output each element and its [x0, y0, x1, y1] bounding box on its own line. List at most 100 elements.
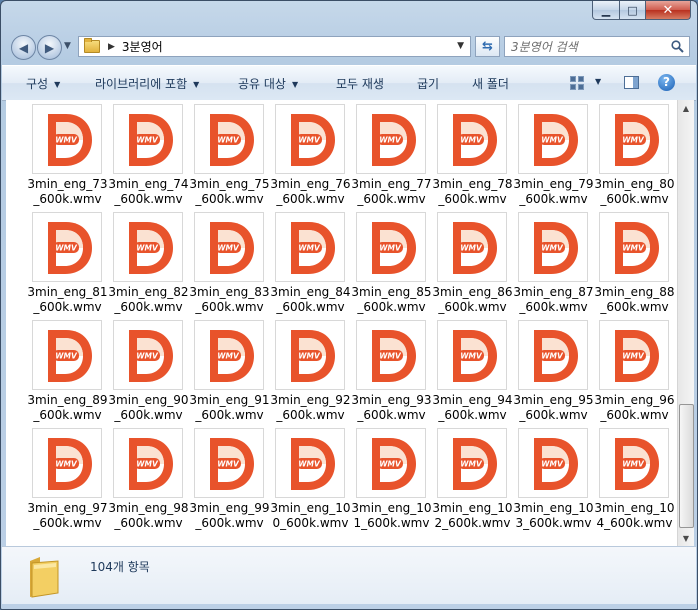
- wmv-file-icon: WMV: [372, 330, 416, 382]
- file-thumbnail: WMV: [113, 104, 183, 174]
- file-thumbnail: WMV: [275, 428, 345, 498]
- wmv-label: WMV: [622, 352, 645, 361]
- forward-button[interactable]: ▶: [37, 35, 62, 60]
- wmv-file-icon: WMV: [615, 114, 659, 166]
- file-item[interactable]: WMV 3min_eng_87_600k.wmv: [513, 212, 594, 320]
- wmv-label: WMV: [541, 352, 564, 361]
- file-item[interactable]: WMV 3min_eng_84_600k.wmv: [270, 212, 351, 320]
- file-name: 3min_eng_98_600k.wmv: [108, 501, 189, 530]
- file-name: 3min_eng_103_600k.wmv: [513, 501, 594, 530]
- file-thumbnail: WMV: [518, 428, 588, 498]
- file-item[interactable]: WMV 3min_eng_75_600k.wmv: [189, 104, 270, 212]
- wmv-file-icon: WMV: [129, 114, 173, 166]
- include-in-library-menu[interactable]: 라이브러리에 포함 ▼: [95, 75, 199, 92]
- file-item[interactable]: WMV 3min_eng_102_600k.wmv: [432, 428, 513, 536]
- maximize-button[interactable]: □: [620, 1, 646, 20]
- search-box[interactable]: [504, 36, 690, 57]
- search-icon[interactable]: [671, 40, 684, 53]
- share-with-menu[interactable]: 공유 대상 ▼: [238, 75, 298, 92]
- close-button[interactable]: ✕: [646, 1, 691, 20]
- wmv-file-icon: WMV: [453, 330, 497, 382]
- wmv-file-icon: WMV: [291, 438, 335, 490]
- file-item[interactable]: WMV 3min_eng_101_600k.wmv: [351, 428, 432, 536]
- file-item[interactable]: WMV 3min_eng_73_600k.wmv: [27, 104, 108, 212]
- file-item[interactable]: WMV 3min_eng_81_600k.wmv: [27, 212, 108, 320]
- file-item[interactable]: WMV 3min_eng_99_600k.wmv: [189, 428, 270, 536]
- wmv-label: WMV: [379, 352, 402, 361]
- preview-pane-icon[interactable]: [624, 76, 639, 89]
- scrollbar-thumb[interactable]: [679, 404, 694, 528]
- refresh-button[interactable]: ⇆: [475, 36, 500, 57]
- file-item[interactable]: WMV 3min_eng_82_600k.wmv: [108, 212, 189, 320]
- wmv-label: WMV: [298, 136, 321, 145]
- scroll-up-icon[interactable]: ▲: [678, 100, 694, 116]
- file-item[interactable]: WMV 3min_eng_104_600k.wmv: [594, 428, 675, 536]
- wmv-label: WMV: [622, 460, 645, 469]
- back-button[interactable]: ◀: [11, 35, 36, 60]
- wmv-label: WMV: [541, 244, 564, 253]
- file-item[interactable]: WMV 3min_eng_79_600k.wmv: [513, 104, 594, 212]
- file-name: 3min_eng_80_600k.wmv: [594, 177, 675, 206]
- address-dropdown-icon[interactable]: ▼: [457, 41, 464, 51]
- file-item[interactable]: WMV 3min_eng_91_600k.wmv: [189, 320, 270, 428]
- file-name: 3min_eng_94_600k.wmv: [432, 393, 513, 422]
- file-name: 3min_eng_100_600k.wmv: [270, 501, 351, 530]
- file-item[interactable]: WMV 3min_eng_90_600k.wmv: [108, 320, 189, 428]
- wmv-label: WMV: [55, 352, 78, 361]
- wmv-label: WMV: [217, 352, 240, 361]
- organize-menu[interactable]: 구성 ▼: [26, 75, 60, 92]
- address-bar[interactable]: ▶ 3분영어 ▼: [78, 36, 471, 57]
- file-item[interactable]: WMV 3min_eng_93_600k.wmv: [351, 320, 432, 428]
- file-thumbnail: WMV: [32, 212, 102, 282]
- file-item[interactable]: WMV 3min_eng_95_600k.wmv: [513, 320, 594, 428]
- search-input[interactable]: [509, 38, 663, 56]
- file-item[interactable]: WMV 3min_eng_100_600k.wmv: [270, 428, 351, 536]
- file-item[interactable]: WMV 3min_eng_96_600k.wmv: [594, 320, 675, 428]
- breadcrumb-chevron-icon[interactable]: ▶: [108, 42, 115, 52]
- wmv-label: WMV: [298, 460, 321, 469]
- file-item[interactable]: WMV 3min_eng_86_600k.wmv: [432, 212, 513, 320]
- file-item[interactable]: WMV 3min_eng_76_600k.wmv: [270, 104, 351, 212]
- wmv-label: WMV: [541, 136, 564, 145]
- breadcrumb-folder[interactable]: 3분영어: [122, 38, 163, 55]
- recent-pages-dropdown[interactable]: ▼: [64, 41, 71, 51]
- vertical-scrollbar[interactable]: ▲ ▼: [677, 100, 694, 546]
- file-thumbnail: WMV: [194, 428, 264, 498]
- file-name: 3min_eng_90_600k.wmv: [108, 393, 189, 422]
- wmv-file-icon: WMV: [453, 438, 497, 490]
- new-folder-button[interactable]: 새 폴더: [472, 75, 509, 92]
- change-view-icon[interactable]: [570, 76, 584, 90]
- command-bar: 구성 ▼ 라이브러리에 포함 ▼ 공유 대상 ▼ 모두 재생 굽기 새 폴더 ▼ ?: [2, 65, 696, 101]
- wmv-file-icon: WMV: [534, 330, 578, 382]
- wmv-file-icon: WMV: [534, 222, 578, 274]
- file-thumbnail: WMV: [599, 104, 669, 174]
- file-item[interactable]: WMV 3min_eng_98_600k.wmv: [108, 428, 189, 536]
- file-item[interactable]: WMV 3min_eng_88_600k.wmv: [594, 212, 675, 320]
- file-item[interactable]: WMV 3min_eng_89_600k.wmv: [27, 320, 108, 428]
- file-item[interactable]: WMV 3min_eng_83_600k.wmv: [189, 212, 270, 320]
- file-name: 3min_eng_74_600k.wmv: [108, 177, 189, 206]
- file-item[interactable]: WMV 3min_eng_92_600k.wmv: [270, 320, 351, 428]
- minimize-button[interactable]: ▁: [592, 1, 620, 20]
- file-item[interactable]: WMV 3min_eng_97_600k.wmv: [27, 428, 108, 536]
- file-thumbnail: WMV: [194, 212, 264, 282]
- wmv-label: WMV: [460, 460, 483, 469]
- wmv-file-icon: WMV: [48, 438, 92, 490]
- file-item[interactable]: WMV 3min_eng_78_600k.wmv: [432, 104, 513, 212]
- file-thumbnail: WMV: [275, 104, 345, 174]
- file-item[interactable]: WMV 3min_eng_80_600k.wmv: [594, 104, 675, 212]
- play-all-button[interactable]: 모두 재생: [336, 75, 384, 92]
- file-item[interactable]: WMV 3min_eng_77_600k.wmv: [351, 104, 432, 212]
- file-item[interactable]: WMV 3min_eng_103_600k.wmv: [513, 428, 594, 536]
- file-item[interactable]: WMV 3min_eng_85_600k.wmv: [351, 212, 432, 320]
- scroll-down-icon[interactable]: ▼: [678, 530, 694, 546]
- file-thumbnail: WMV: [113, 212, 183, 282]
- file-item[interactable]: WMV 3min_eng_94_600k.wmv: [432, 320, 513, 428]
- view-dropdown-icon[interactable]: ▼: [595, 77, 601, 86]
- file-item[interactable]: WMV 3min_eng_74_600k.wmv: [108, 104, 189, 212]
- dropdown-arrow-icon: ▼: [54, 80, 61, 89]
- help-icon[interactable]: ?: [658, 74, 675, 91]
- wmv-file-icon: WMV: [615, 330, 659, 382]
- wmv-label: WMV: [379, 136, 402, 145]
- burn-button[interactable]: 굽기: [417, 75, 439, 92]
